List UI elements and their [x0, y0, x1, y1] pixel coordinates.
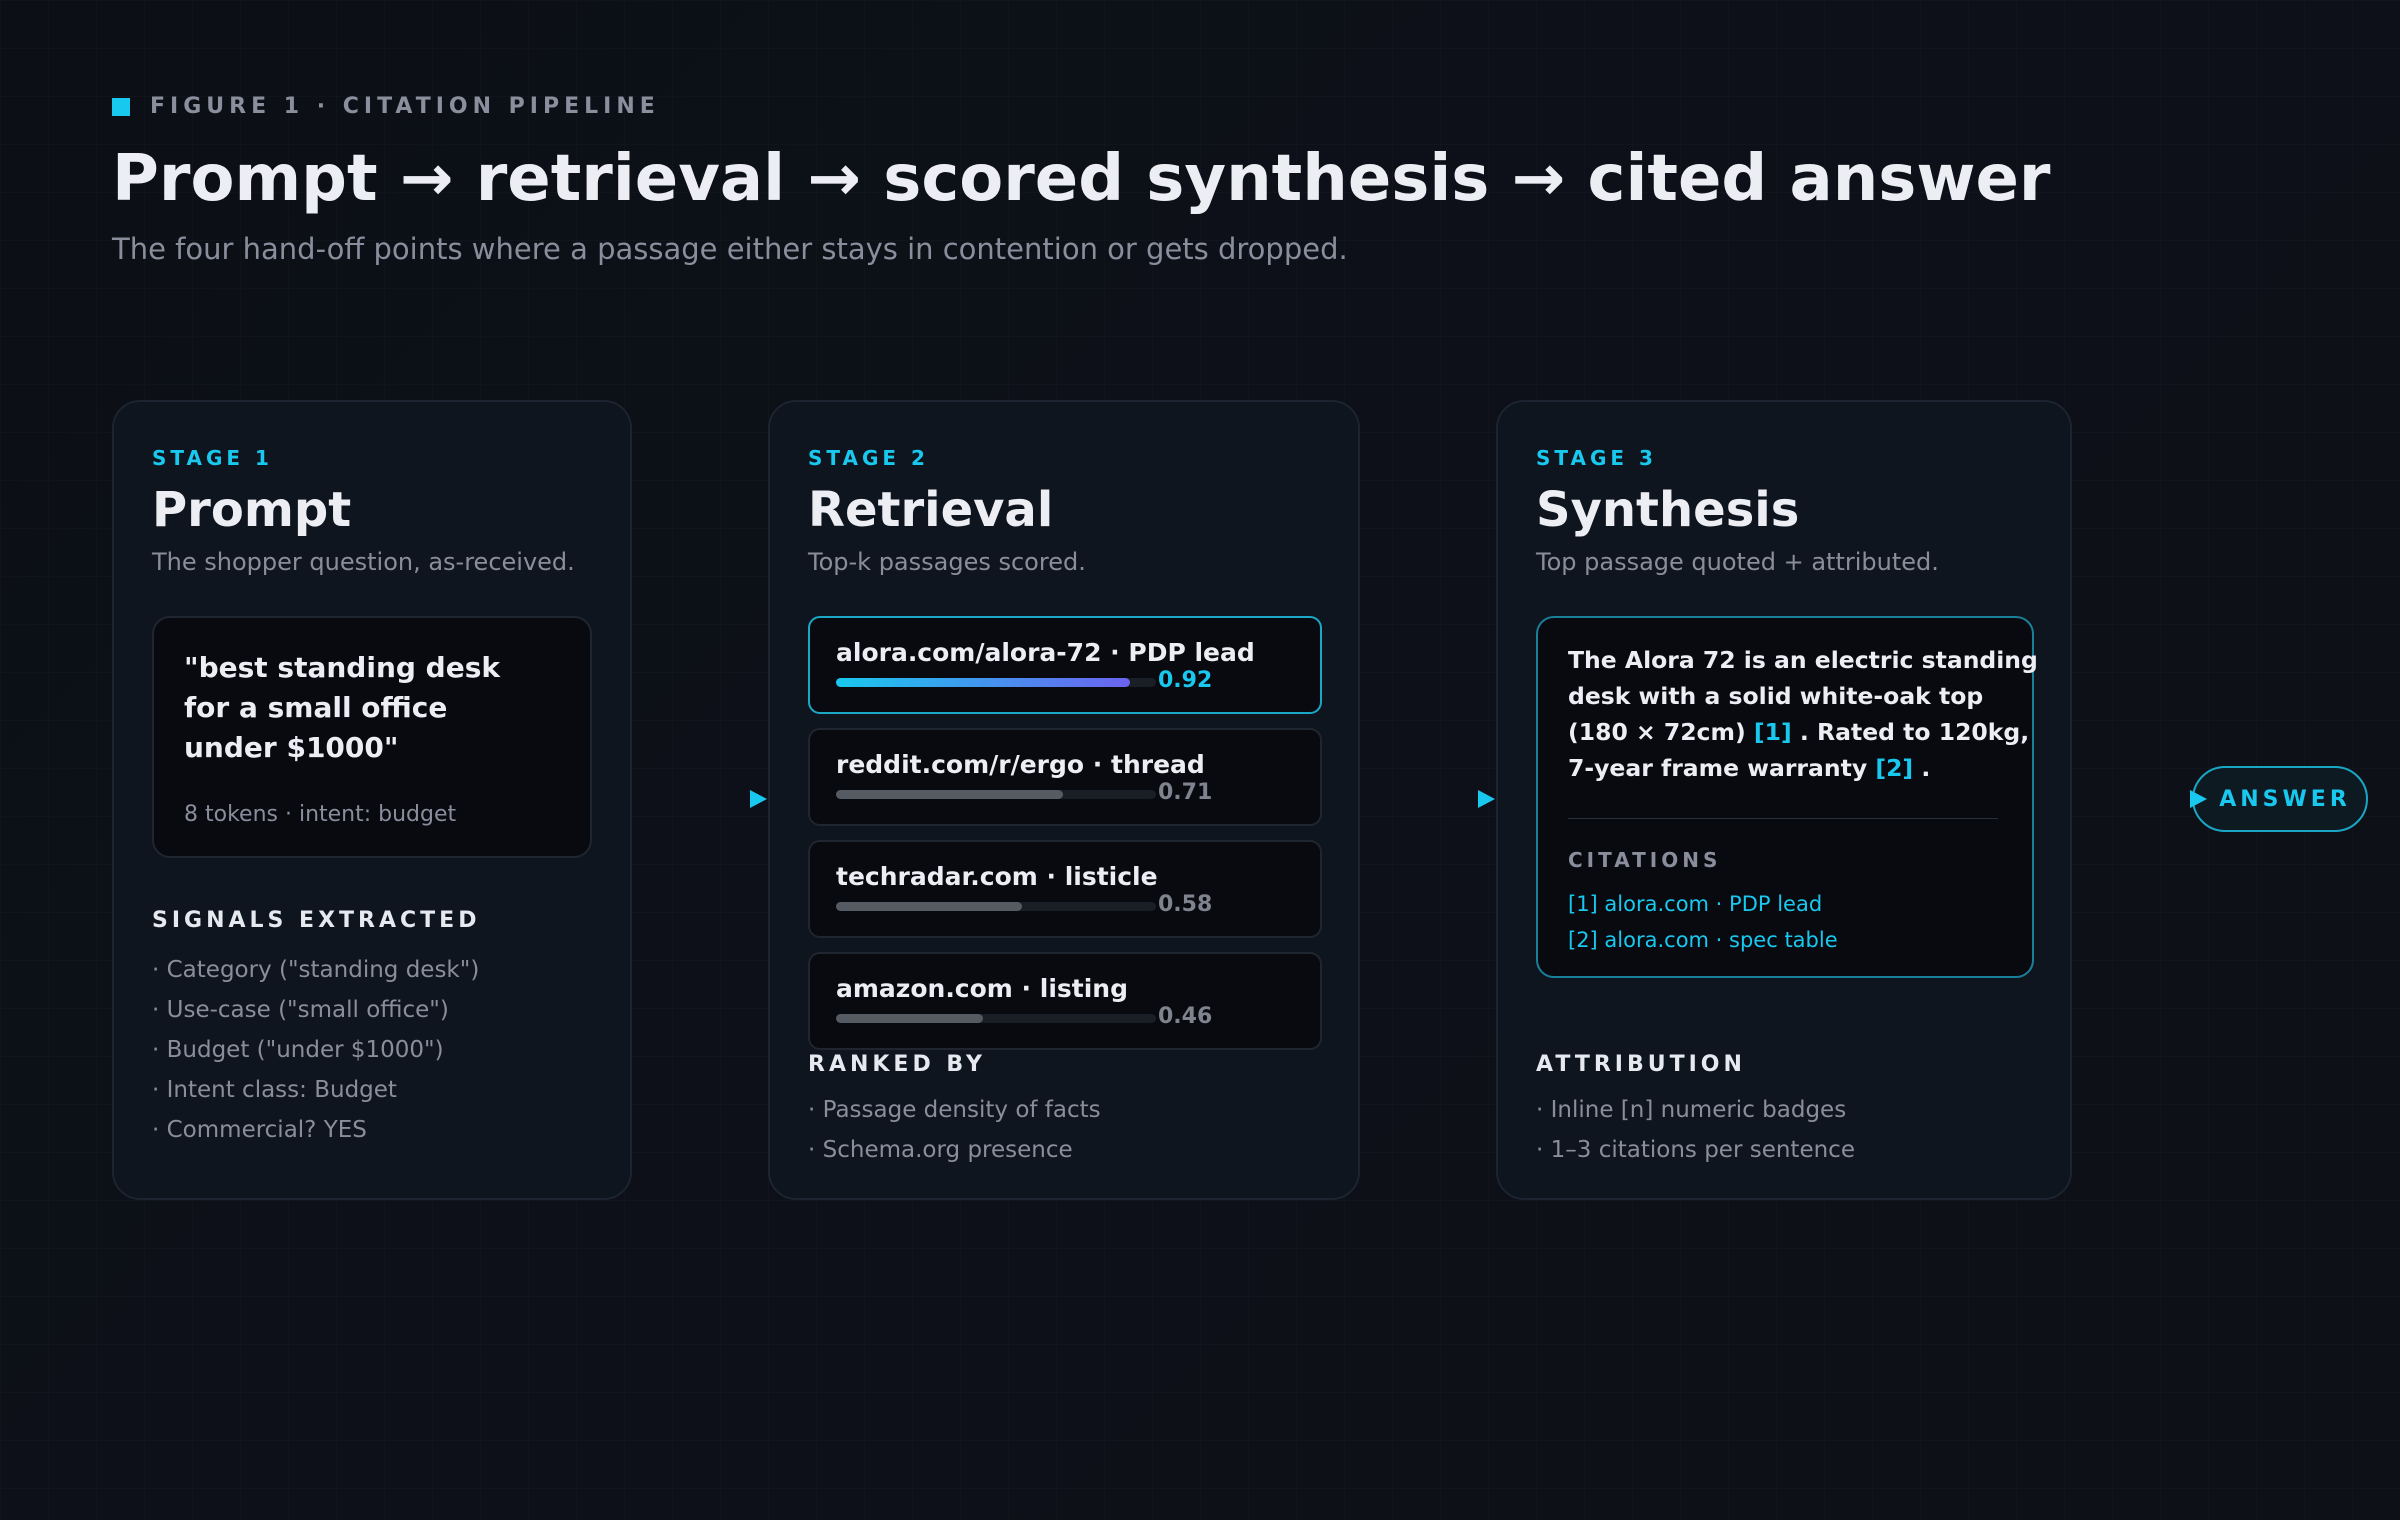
flow-arrow-icon: [750, 790, 767, 808]
score-bar-fill: [836, 790, 1064, 799]
stage-description: The shopper question, as-received.: [152, 548, 575, 576]
list-item: · Commercial? YES: [152, 1117, 367, 1143]
stage-title: Synthesis: [1536, 482, 1800, 538]
passage-name: amazon.com · listing: [836, 974, 1128, 1003]
score-bar: [836, 790, 1156, 799]
stage-description: Top-k passages scored.: [808, 548, 1086, 576]
score-bar-fill: [836, 678, 1131, 687]
stage-title: Retrieval: [808, 482, 1054, 538]
citations-list: [1] alora.com · PDP lead [2] alora.com ·…: [1568, 886, 1838, 958]
passage-name: reddit.com/r/ergo · thread: [836, 750, 1205, 779]
passage-score: 0.58: [1158, 892, 1213, 917]
query-line: under $1000": [184, 731, 399, 764]
answer-line: 7-year frame warranty [2] .: [1568, 750, 2038, 786]
citation-link[interactable]: [2] alora.com · spec table: [1568, 922, 1838, 958]
citation-link[interactable]: [1] alora.com · PDP lead: [1568, 886, 1838, 922]
passage-card: amazon.com · listing 0.46: [808, 952, 1322, 1050]
ranked-by-list: · Passage density of facts · Schema.org …: [808, 1090, 1101, 1170]
passage-card: reddit.com/r/ergo · thread 0.71: [808, 728, 1322, 826]
answer-fragment: 7-year frame warranty: [1568, 754, 1876, 782]
section-title-signals: SIGNALS EXTRACTED: [152, 908, 481, 933]
query-meta: 8 tokens · intent: budget: [184, 802, 457, 827]
passage-name: techradar.com · listicle: [836, 862, 1158, 891]
passage-score: 0.46: [1158, 1004, 1213, 1029]
passage-card: techradar.com · listicle 0.58: [808, 840, 1322, 938]
stage-title: Prompt: [152, 482, 352, 538]
score-bar: [836, 902, 1156, 911]
stage-label: STAGE 1: [152, 446, 273, 470]
stage-label: STAGE 3: [1536, 446, 1657, 470]
stage-card-retrieval: STAGE 2 Retrieval Top-k passages scored.…: [768, 400, 1360, 1200]
eyebrow-label: FIGURE 1 · CITATION PIPELINE: [150, 94, 660, 119]
accent-square-icon: [112, 97, 130, 116]
answer-line: (180 × 72cm) [1] . Rated to 120kg,: [1568, 714, 2038, 750]
section-title-attribution: ATTRIBUTION: [1536, 1052, 1746, 1077]
answer-fragment: (180 × 72cm): [1568, 718, 1754, 746]
score-bar-fill: [836, 1014, 984, 1023]
stage-card-prompt: STAGE 1 Prompt The shopper question, as-…: [112, 400, 632, 1200]
score-bar: [836, 1014, 1156, 1023]
passage-name: alora.com/alora-72 · PDP lead: [836, 638, 1255, 667]
stage-description: Top passage quoted + attributed.: [1536, 548, 1939, 576]
section-title-ranked-by: RANKED BY: [808, 1052, 986, 1077]
list-item: · Passage density of facts: [808, 1097, 1101, 1123]
passage-score: 0.92: [1158, 668, 1213, 693]
page-title: Prompt → retrieval → scored synthesis → …: [112, 142, 2051, 216]
list-item: · Intent class: Budget: [152, 1077, 397, 1103]
answer-box: The Alora 72 is an electric standing des…: [1536, 616, 2038, 978]
answer-line: desk with a solid white-oak top: [1568, 682, 1984, 710]
answer-pill: ANSWER: [2192, 766, 2368, 832]
answer-text: The Alora 72 is an electric standing des…: [1568, 642, 2038, 786]
stage-card-synthesis: STAGE 3 Synthesis Top passage quoted + a…: [1496, 400, 2072, 1200]
list-item: · Inline [n] numeric badges: [1536, 1097, 1847, 1123]
page-subtitle: The four hand-off points where a passage…: [112, 232, 1348, 266]
answer-label: ANSWER: [2219, 786, 2351, 812]
query-text: "best standing desk for a small office u…: [184, 648, 564, 768]
list-item: · Schema.org presence: [808, 1137, 1073, 1163]
signals-list: · Category ("standing desk") · Use-case …: [152, 950, 479, 1150]
citations-title: CITATIONS: [1568, 848, 1722, 872]
score-bar: [836, 678, 1156, 687]
list-item: · Category ("standing desk"): [152, 957, 480, 983]
list-item: · Use-case ("small office"): [152, 997, 449, 1023]
score-bar-fill: [836, 902, 1022, 911]
answer-fragment: . Rated to 120kg,: [1791, 718, 2030, 746]
query-line: for a small office: [184, 691, 448, 724]
query-box: "best standing desk for a small office u…: [152, 616, 592, 858]
attribution-list: · Inline [n] numeric badges · 1–3 citati…: [1536, 1090, 1855, 1170]
answer-line: The Alora 72 is an electric standing: [1568, 646, 2038, 674]
list-item: · Budget ("under $1000"): [152, 1037, 444, 1063]
stage-label: STAGE 2: [808, 446, 929, 470]
citation-badge[interactable]: [1]: [1754, 718, 1792, 746]
flow-arrow-icon: [1478, 790, 1495, 808]
divider: [1568, 818, 1998, 819]
query-line: "best standing desk: [184, 651, 500, 684]
passage-score: 0.71: [1158, 780, 1213, 805]
flow-arrow-icon: [2190, 790, 2207, 808]
figure-eyebrow: FIGURE 1 · CITATION PIPELINE: [112, 94, 660, 119]
passage-card: alora.com/alora-72 · PDP lead 0.92: [808, 616, 1322, 714]
answer-fragment: .: [1913, 754, 1931, 782]
citation-badge[interactable]: [2]: [1875, 754, 1913, 782]
list-item: · 1–3 citations per sentence: [1536, 1137, 1855, 1163]
